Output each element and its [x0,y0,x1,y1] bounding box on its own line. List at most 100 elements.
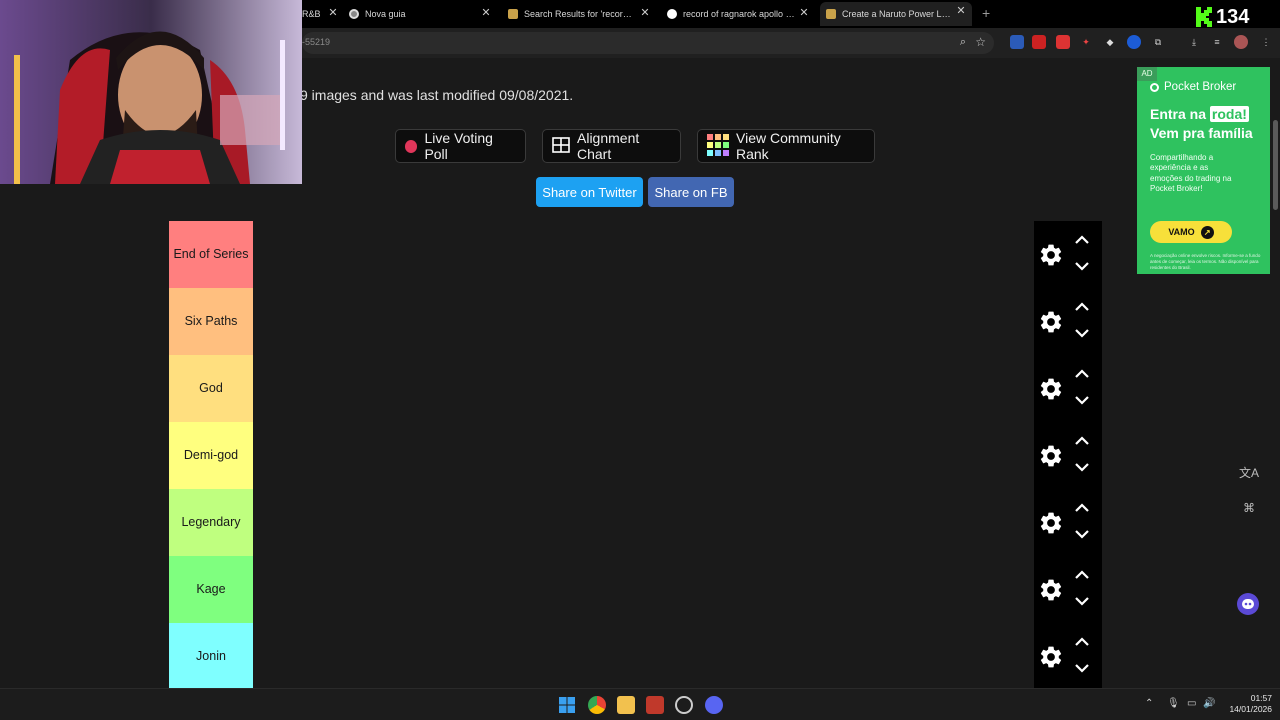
download-icon[interactable]: ⤓ [1187,35,1201,49]
gear-icon[interactable] [1038,577,1064,603]
alignment-chart-button[interactable]: Alignment Chart [542,129,681,163]
app-taskbar-icon[interactable] [646,696,664,714]
ad-brand: Pocket Broker [1150,81,1236,93]
chevron-up-icon[interactable] [1073,367,1091,381]
share-fb-button[interactable]: Share on FB [648,177,734,207]
gear-icon[interactable] [1038,376,1064,402]
chevron-down-icon[interactable] [1073,661,1091,675]
tab-close-icon[interactable]: ✕ [479,6,493,20]
more-menu-icon[interactable]: ⋮ [1259,35,1273,49]
extension-icon-1[interactable] [1010,35,1024,49]
profile-avatar[interactable] [1234,35,1248,49]
extensions-puzzle-icon[interactable]: ⧉ [1151,35,1165,49]
tier-drop-zone[interactable] [253,355,1034,422]
view-community-rank-button[interactable]: View Community Rank [697,129,875,163]
gear-icon[interactable] [1038,443,1064,469]
gear-icon[interactable] [1038,510,1064,536]
tab-2[interactable]: Nova guia ✕ [349,4,493,24]
tab-close-icon[interactable]: ✕ [638,6,652,20]
tab-search-icon[interactable]: ≡ [1210,35,1224,49]
gear-icon[interactable] [1038,644,1064,670]
command-icon[interactable]: ⌘ [1238,497,1260,519]
tier-drop-zone[interactable] [253,556,1034,623]
extension-icon-3[interactable] [1056,35,1070,49]
volume-icon[interactable]: 🔊 [1203,698,1215,709]
extension-icon-5[interactable]: ◆ [1103,35,1117,49]
chevron-down-icon[interactable] [1073,594,1091,608]
chevron-down-icon[interactable] [1073,460,1091,474]
chevron-down-icon[interactable] [1073,259,1091,273]
tab-3[interactable]: Search Results for 'record of rag ✕ [508,4,652,24]
assistant-bot-icon[interactable] [1237,593,1259,615]
ad-body-text: Compartilhando a experiência e as emoçõe… [1150,153,1232,194]
ad-tag: AD [1137,67,1157,81]
tab-4[interactable]: record of ragnarok apollo vs le ✕ [667,4,811,24]
share-twitter-button[interactable]: Share on Twitter [536,177,643,207]
chevron-up-icon[interactable] [1073,434,1091,448]
tier-drop-zone[interactable] [253,489,1034,556]
extension-icon-4[interactable]: ✦ [1079,35,1093,49]
button-label: Live Voting Poll [424,130,493,162]
gear-icon[interactable] [1038,242,1064,268]
live-voting-poll-button[interactable]: Live Voting Poll [395,129,526,163]
tab-close-icon[interactable]: ✕ [326,6,338,20]
tab-close-icon[interactable]: ✕ [954,4,968,18]
windows-start-icon[interactable] [558,696,576,714]
clock-time: 01:57 [1250,693,1272,703]
discord-taskbar-icon[interactable] [705,696,723,714]
tier-drop-zone[interactable] [253,623,1034,688]
extension-icon-6[interactable] [1127,35,1141,49]
tiermaker-icon [826,9,836,19]
file-explorer-icon[interactable] [617,696,635,714]
viewer-count: 134 [1216,5,1250,28]
chevron-up-icon[interactable] [1073,300,1091,314]
tab-1[interactable]: R&B ✕ [302,4,338,24]
tier-label[interactable]: Jonin [169,623,253,688]
advertisement[interactable]: AD Pocket Broker Entra na roda! Vem pra … [1137,67,1270,274]
tier-controls [1034,623,1102,688]
tier-row: Jonin [169,623,1102,688]
tier-label[interactable]: End of Series [169,221,253,288]
tier-label[interactable]: God [169,355,253,422]
page-scrollbar[interactable] [1271,58,1280,688]
chevron-up-icon[interactable] [1073,501,1091,515]
system-clock[interactable]: 01:57 14/01/2026 [1222,693,1272,714]
chevron-up-icon[interactable] [1073,635,1091,649]
chevron-down-icon[interactable] [1073,393,1091,407]
microphone-icon[interactable]: 🎙 [1167,698,1180,709]
ad-brand-name: Pocket Broker [1164,81,1237,93]
ad-cta-label: VAMO [1168,227,1195,237]
bookmark-star-icon[interactable]: ☆ [975,35,986,49]
chevron-down-icon[interactable] [1073,527,1091,541]
scrollbar-thumb[interactable] [1273,120,1278,210]
tier-label[interactable]: Legendary [169,489,253,556]
translate-icon[interactable]: 文A [1238,461,1260,483]
new-tab-button[interactable]: + [982,6,990,20]
tier-drop-zone[interactable] [253,221,1034,288]
chevron-up-icon[interactable] [1073,233,1091,247]
chrome-taskbar-icon[interactable] [588,696,606,714]
tier-label[interactable]: Demi-god [169,422,253,489]
ad-cta-button[interactable]: VAMO ↗ [1150,221,1232,243]
tier-controls [1034,288,1102,355]
chevron-down-icon[interactable] [1073,326,1091,340]
tier-row: End of Series [169,221,1102,288]
chevron-up-icon[interactable] [1073,568,1091,582]
tier-label[interactable]: Kage [169,556,253,623]
tab-close-icon[interactable]: ✕ [797,6,811,20]
tier-label[interactable]: Six Paths [169,288,253,355]
network-icon[interactable]: ▭ [1187,698,1196,709]
chrome-icon [349,9,359,19]
address-bar[interactable]: -55219 ⌕ ☆ [302,32,994,54]
tier-drop-zone[interactable] [253,288,1034,355]
zoom-icon[interactable]: ⌕ [960,36,966,49]
tier-controls [1034,355,1102,422]
ad-headline-1: Entra na roda! [1150,106,1249,122]
extension-icon-2[interactable] [1032,35,1046,49]
obs-taskbar-icon[interactable] [675,696,693,714]
tab-5-active[interactable]: Create a Naruto Power Levels T ✕ [820,2,972,26]
tray-chevron-icon[interactable]: ⌃ [1145,698,1153,709]
tier-drop-zone[interactable] [253,422,1034,489]
gear-icon[interactable] [1038,309,1064,335]
ad-fine-print: A negociação online envolve riscos. Info… [1150,253,1261,270]
